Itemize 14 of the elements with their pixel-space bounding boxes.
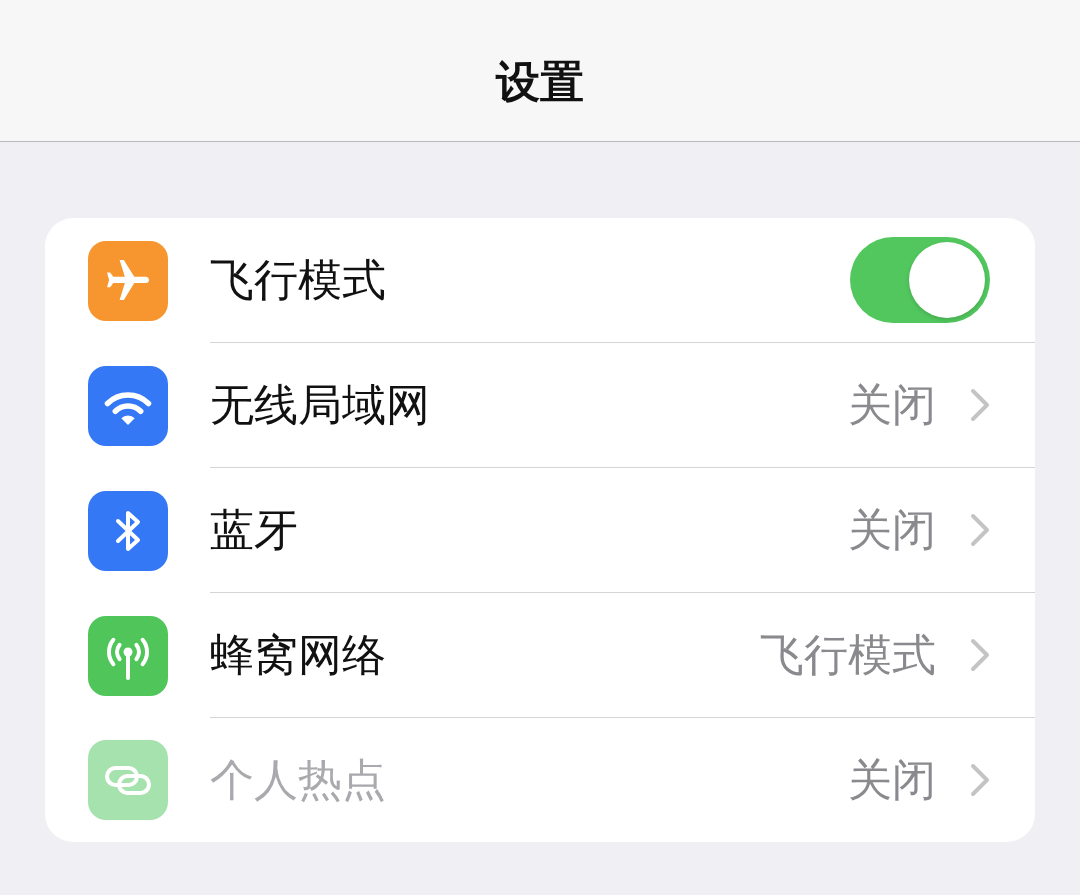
setting-label: 蓝牙: [210, 502, 298, 557]
setting-value: 关闭: [848, 377, 936, 432]
setting-value: 飞行模式: [760, 627, 936, 682]
setting-value: 关闭: [848, 502, 936, 557]
setting-label: 个人热点: [210, 752, 386, 807]
chevron-icon: [970, 513, 990, 547]
setting-value: 关闭: [848, 752, 936, 807]
page-title: 设置: [496, 55, 584, 109]
setting-label: 飞行模式: [210, 252, 386, 307]
chevron-icon: [970, 388, 990, 422]
setting-label: 蜂窝网络: [210, 627, 386, 682]
chevron-icon: [970, 763, 990, 797]
setting-label: 无线局域网: [210, 377, 430, 432]
chevron-icon: [970, 638, 990, 672]
